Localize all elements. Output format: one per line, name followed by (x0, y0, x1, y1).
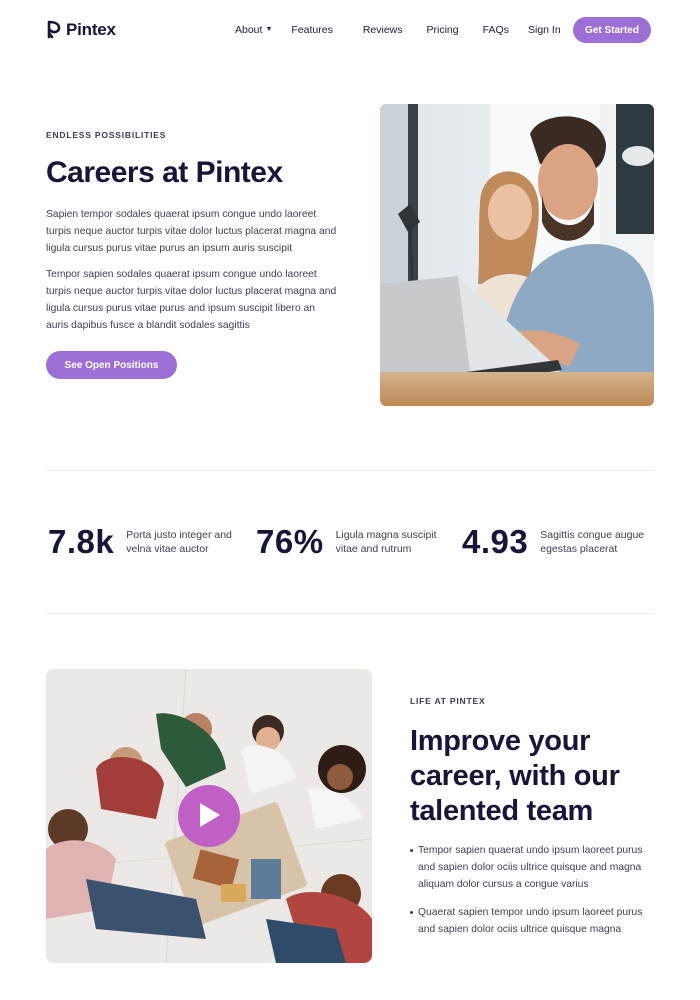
section-title: Improve your career, with our talented t… (410, 725, 620, 827)
stat-value: 4.93 (462, 523, 529, 560)
stat-label: Ligula magna suscipit vitae and rutrum (335, 529, 437, 555)
pintex-logo-icon (46, 20, 62, 40)
page-title: Careers at Pintex (46, 156, 283, 189)
list-item: Tempor sapien quaerat undo ipsum laoreet… (410, 842, 660, 893)
stat-item: 4.93 Sagittis congue augue egestas place… (462, 523, 658, 561)
hero-eyebrow: ENDLESS POSSIBILITIES (46, 130, 167, 140)
page: Pintex About ▼ Features Reviews Pricing … (0, 0, 700, 1000)
caret-down-icon: ▼ (265, 25, 273, 33)
sign-in-link[interactable]: Sign In (528, 24, 561, 36)
stat-label: Sagittis congue augue egestas placerat (540, 529, 645, 555)
divider (46, 470, 654, 471)
nav-item-about[interactable]: About ▼ (235, 24, 272, 36)
two-people-working-on-laptop-photo (380, 104, 654, 406)
site-header: Pintex About ▼ Features Reviews Pricing … (0, 0, 700, 60)
nav-item-label: About (235, 24, 263, 36)
hero-paragraph: Tempor sapien sodales quaerat ipsum cong… (46, 269, 337, 331)
stat-item: 76% Ligula magna suscipit vitae and rutr… (256, 523, 450, 561)
feature-list: Tempor sapien quaerat undo ipsum laoreet… (410, 842, 660, 949)
play-icon (196, 801, 222, 832)
list-item: Quaerat sapien tempor undo ipsum laoreet… (410, 904, 660, 938)
main-nav: About ▼ Features Reviews Pricing FAQs (235, 24, 509, 36)
play-video-button[interactable] (178, 785, 240, 847)
hero-paragraph: Sapien tempor sodales quaerat ipsum cong… (46, 209, 337, 254)
stat-value: 7.8k (48, 523, 115, 560)
life-eyebrow: LIFE AT PINTEX (410, 696, 486, 706)
see-open-positions-button[interactable]: See Open Positions (46, 351, 177, 379)
brand-name: Pintex (66, 20, 116, 39)
stat-label: Porta justo integer and velna vitae auct… (126, 529, 232, 555)
logo[interactable]: Pintex (46, 20, 116, 40)
divider (46, 613, 654, 614)
nav-item-features[interactable]: Features (291, 24, 332, 36)
stat-value: 76% (256, 523, 324, 560)
nav-item-faqs[interactable]: FAQs (483, 24, 509, 36)
get-started-button[interactable]: Get Started (573, 17, 651, 43)
nav-item-pricing[interactable]: Pricing (427, 24, 459, 36)
stat-item: 7.8k Porta justo integer and velna vitae… (48, 523, 244, 561)
nav-item-reviews[interactable]: Reviews (363, 24, 403, 36)
